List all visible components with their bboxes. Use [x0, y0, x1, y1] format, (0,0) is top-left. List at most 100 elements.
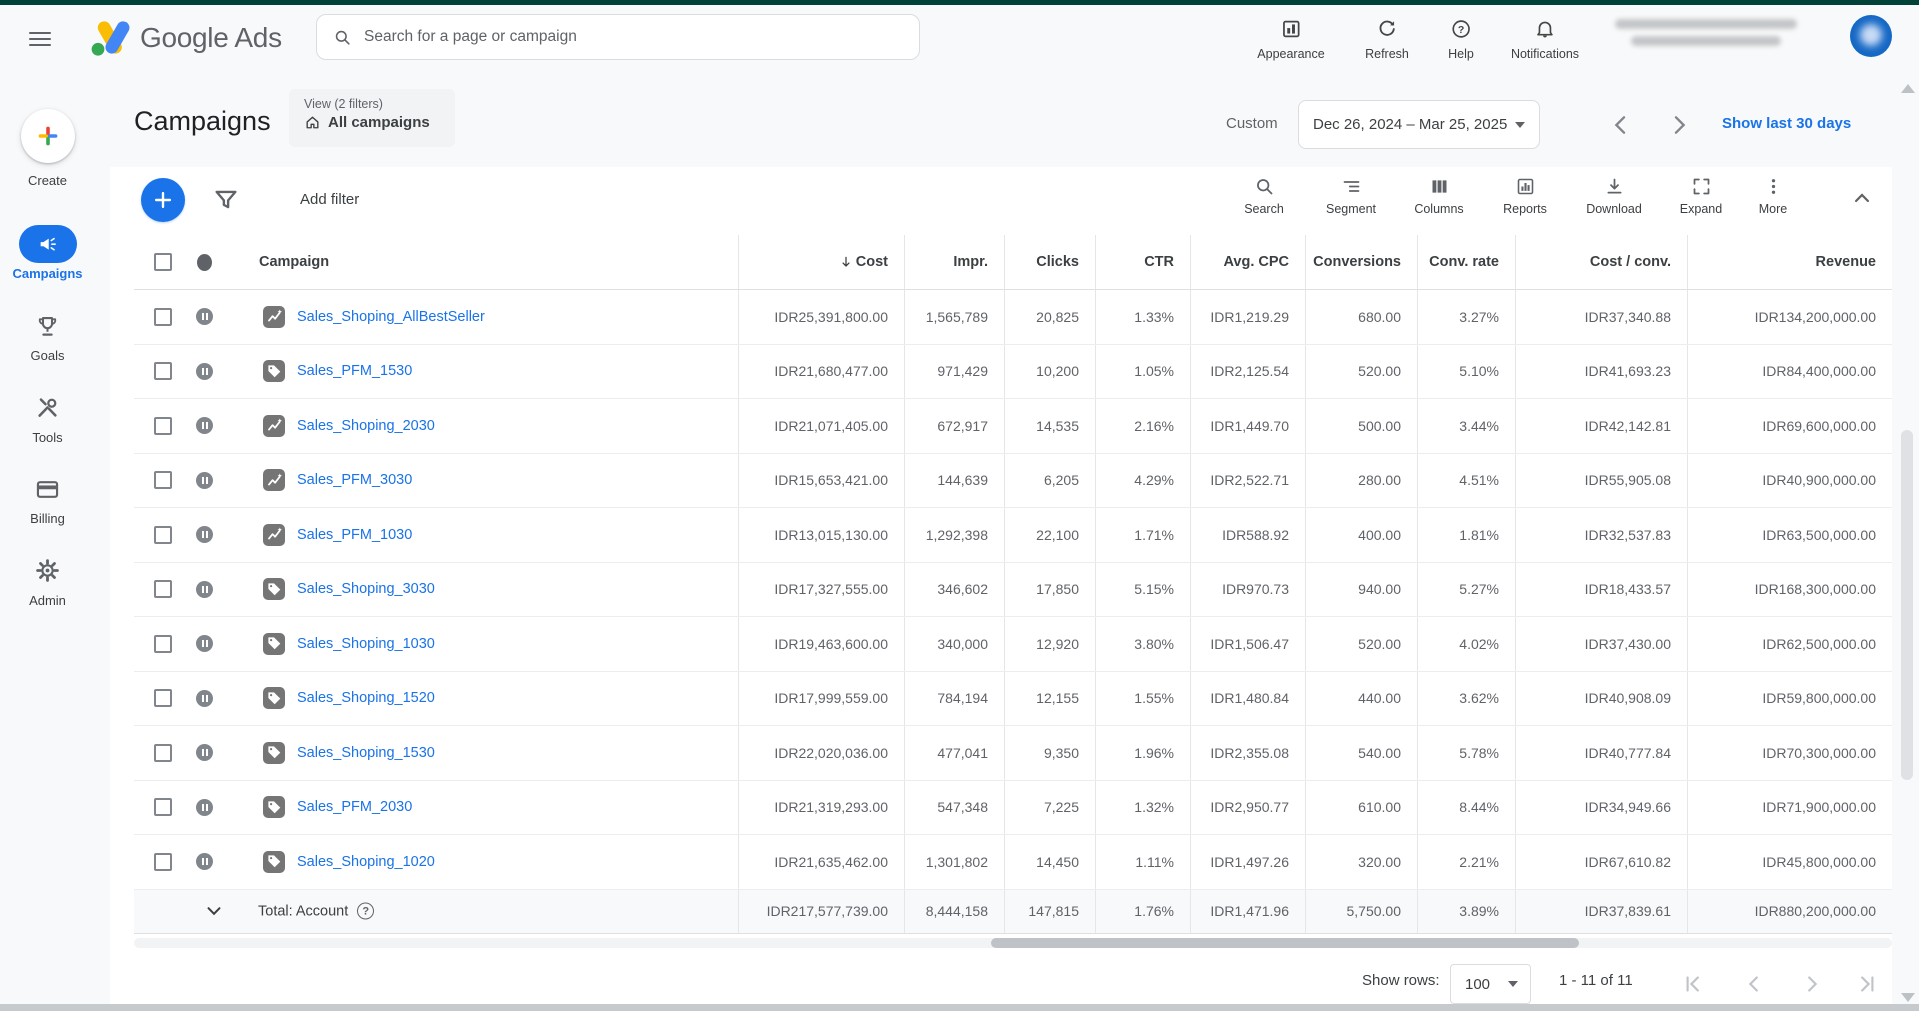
prev-page-icon[interactable] — [1741, 971, 1767, 997]
campaign-link[interactable]: Sales_Shoping_AllBestSeller — [297, 309, 485, 325]
metric-cell-7: IDR67,610.82 — [1515, 835, 1687, 889]
metric-cell-8: IDR70,300,000.00 — [1687, 726, 1892, 780]
avatar[interactable] — [1850, 15, 1892, 57]
tools-icon[interactable] — [34, 394, 61, 421]
paused-status-icon[interactable] — [196, 526, 213, 543]
table-row: Sales_Shoping_AllBestSellerIDR25,391,800… — [134, 290, 1892, 345]
paused-status-icon[interactable] — [196, 308, 213, 325]
collapse-panel-icon[interactable] — [1849, 185, 1875, 211]
column-header-label: Impr. — [953, 254, 988, 270]
toolbar-search-button[interactable]: Search — [1218, 176, 1310, 216]
refresh-button[interactable]: Refresh — [1365, 18, 1409, 61]
help-circle-icon[interactable]: ? — [357, 903, 374, 920]
row-checkbox[interactable] — [154, 471, 172, 489]
campaign-link[interactable]: Sales_Shoping_1020 — [297, 854, 435, 870]
paused-status-icon[interactable] — [196, 635, 213, 652]
sidebar-item-create[interactable] — [21, 109, 75, 163]
goals-trophy-icon[interactable] — [34, 313, 61, 340]
billing-card-icon[interactable] — [34, 476, 61, 503]
campaign-link[interactable]: Sales_Shoping_1530 — [297, 745, 435, 761]
menu-icon[interactable] — [28, 27, 52, 47]
campaign-link[interactable]: Sales_Shoping_3030 — [297, 581, 435, 597]
add-filter-button[interactable]: Add filter — [300, 191, 359, 208]
admin-gear-icon[interactable] — [34, 557, 61, 584]
row-checkbox[interactable] — [154, 798, 172, 816]
first-page-icon[interactable] — [1680, 971, 1706, 997]
row-checkbox[interactable] — [154, 526, 172, 544]
sidebar-item-campaigns[interactable] — [19, 225, 77, 263]
global-search-input[interactable] — [364, 28, 903, 46]
campaign-link[interactable]: Sales_Shoping_2030 — [297, 418, 435, 434]
show-rows-label: Show rows: — [1362, 972, 1440, 989]
column-header-conversions[interactable]: Conversions — [1305, 235, 1417, 289]
date-next-icon[interactable] — [1665, 111, 1693, 139]
metric-cell-0: IDR19,463,600.00 — [738, 617, 904, 671]
last-page-icon[interactable] — [1854, 971, 1880, 997]
row-checkbox[interactable] — [154, 580, 172, 598]
paused-status-icon[interactable] — [196, 690, 213, 707]
metric-cell-5: 520.00 — [1305, 617, 1417, 671]
row-checkbox[interactable] — [154, 417, 172, 435]
notifications-button[interactable]: Notifications — [1511, 18, 1579, 61]
date-prev-icon[interactable] — [1607, 111, 1635, 139]
show-last-30-days-link[interactable]: Show last 30 days — [1722, 115, 1851, 132]
horizontal-scrollbar-thumb[interactable] — [991, 938, 1579, 948]
paused-status-icon[interactable] — [196, 581, 213, 598]
select-all-checkbox[interactable] — [154, 253, 172, 271]
global-search[interactable] — [316, 14, 920, 60]
column-header-impr-[interactable]: Impr. — [904, 235, 1004, 289]
filter-funnel-icon[interactable] — [211, 185, 241, 215]
column-header-conv-rate[interactable]: Conv. rate — [1417, 235, 1515, 289]
paused-status-icon[interactable] — [196, 744, 213, 761]
campaign-link[interactable]: Sales_PFM_3030 — [297, 472, 412, 488]
view-filter-chip[interactable]: View (2 filters) All campaigns — [289, 89, 455, 147]
appearance-button[interactable]: Appearance — [1257, 18, 1324, 61]
paused-status-icon[interactable] — [196, 363, 213, 380]
account-info-redacted[interactable] — [1615, 19, 1797, 55]
column-header-ctr[interactable]: CTR — [1095, 235, 1190, 289]
column-header-campaign[interactable]: Campaign — [134, 235, 738, 289]
campaign-link[interactable]: Sales_Shoping_1030 — [297, 636, 435, 652]
paused-status-icon[interactable] — [196, 799, 213, 816]
metric-cell-8: IDR63,500,000.00 — [1687, 508, 1892, 562]
paused-status-icon[interactable] — [196, 472, 213, 489]
expand-total-chevron-icon[interactable] — [202, 899, 226, 923]
google-ads-logo-icon — [88, 18, 132, 58]
paused-status-icon[interactable] — [196, 417, 213, 434]
add-campaign-button[interactable] — [141, 178, 185, 222]
column-header-revenue[interactable]: Revenue — [1687, 235, 1892, 289]
sidebar-label-admin: Admin — [0, 593, 95, 608]
metric-cell-6: 1.81% — [1417, 508, 1515, 562]
help-button[interactable]: ?Help — [1448, 18, 1474, 61]
column-header-cost-conv-[interactable]: Cost / conv. — [1515, 235, 1687, 289]
row-checkbox[interactable] — [154, 744, 172, 762]
paused-status-icon[interactable] — [196, 853, 213, 870]
toolbar-download-button[interactable]: Download — [1568, 176, 1660, 216]
campaign-link[interactable]: Sales_PFM_1030 — [297, 527, 412, 543]
row-checkbox[interactable] — [154, 853, 172, 871]
vertical-scrollbar[interactable] — [1901, 430, 1913, 780]
next-page-icon[interactable] — [1799, 971, 1825, 997]
toolbar-columns-button[interactable]: Columns — [1393, 176, 1485, 216]
plus-icon — [152, 189, 174, 211]
sidebar-label-campaigns: Campaigns — [0, 266, 95, 281]
row-checkbox[interactable] — [154, 308, 172, 326]
row-checkbox[interactable] — [154, 362, 172, 380]
row-checkbox[interactable] — [154, 689, 172, 707]
toolbar-reports-button[interactable]: Reports — [1479, 176, 1571, 216]
row-checkbox[interactable] — [154, 635, 172, 653]
column-header-clicks[interactable]: Clicks — [1004, 235, 1095, 289]
metric-cell-7: IDR34,949.66 — [1515, 781, 1687, 835]
date-range-picker[interactable]: Dec 26, 2024 – Mar 25, 2025 — [1298, 100, 1540, 149]
scrollbar-down-icon[interactable] — [1901, 993, 1915, 1002]
column-header-cost[interactable]: Cost — [738, 235, 904, 289]
total-label-cell: Total: Account? — [134, 890, 738, 933]
toolbar-segment-button[interactable]: Segment — [1305, 176, 1397, 216]
campaign-link[interactable]: Sales_PFM_1530 — [297, 363, 412, 379]
campaign-link[interactable]: Sales_Shoping_1520 — [297, 690, 435, 706]
show-rows-select[interactable]: 100 — [1450, 964, 1531, 1004]
campaign-link[interactable]: Sales_PFM_2030 — [297, 799, 412, 815]
toolbar-more-button[interactable]: More — [1727, 176, 1819, 216]
column-header-avg-cpc[interactable]: Avg. CPC — [1190, 235, 1305, 289]
scrollbar-up-icon[interactable] — [1901, 84, 1915, 93]
